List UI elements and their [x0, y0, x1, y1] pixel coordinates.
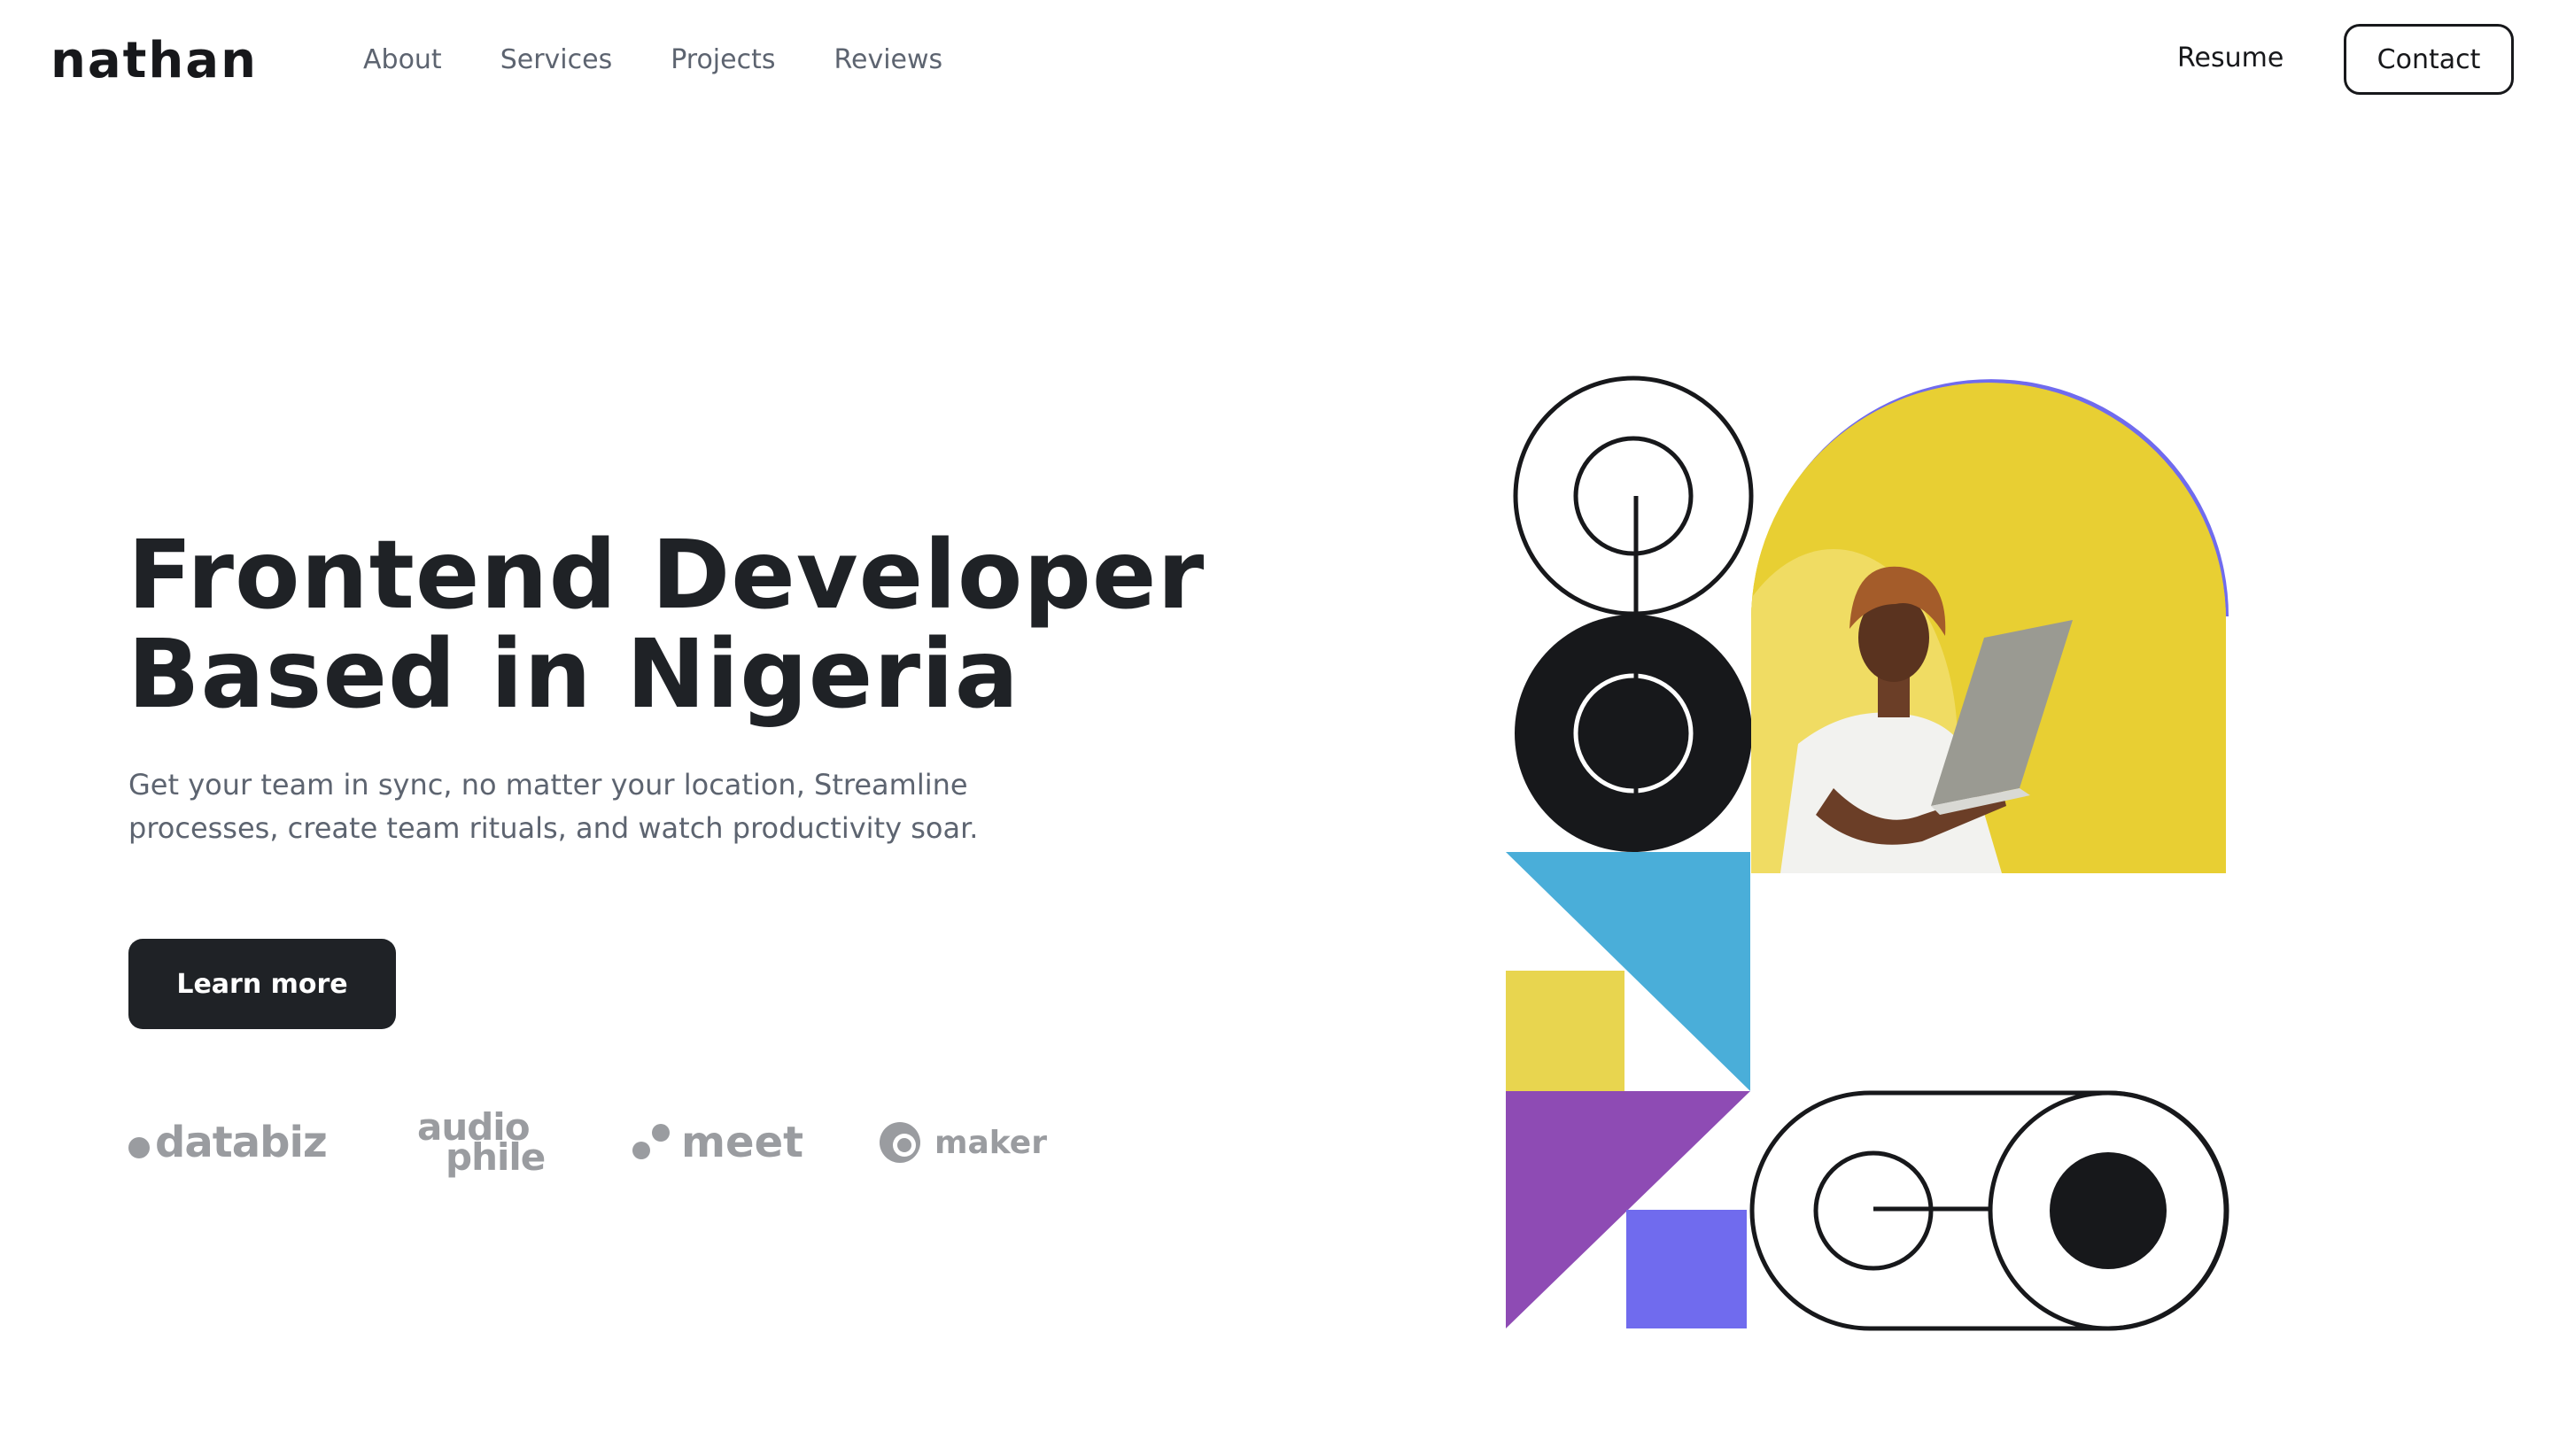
pill-switch-shape — [1749, 1090, 2229, 1331]
nav-projects[interactable]: Projects — [671, 44, 775, 75]
meet-logo: meet — [632, 1107, 803, 1178]
nav-about[interactable]: About — [363, 44, 442, 75]
contact-button[interactable]: Contact — [2344, 24, 2514, 95]
main-nav: About Services Projects Reviews — [363, 44, 1001, 75]
maker-logo: maker — [878, 1107, 1047, 1178]
purple-square-shape — [1626, 1210, 1747, 1328]
hero-title: Frontend Developer Based in Nigeria — [128, 526, 1205, 724]
hero-title-line2: Based in Nigeria — [128, 620, 1020, 730]
audiophile-line2: phile — [446, 1135, 546, 1179]
databiz-logo: databiz — [128, 1107, 328, 1178]
hero-title-line1: Frontend Developer — [128, 521, 1206, 631]
meet-dots-icon — [632, 1124, 670, 1159]
developer-photo — [1751, 383, 2226, 873]
black-disc-shape — [1515, 615, 1752, 852]
mustard-square-shape — [1506, 971, 1624, 1091]
maker-circle-icon — [880, 1122, 920, 1163]
outline-circles-top — [1513, 376, 1754, 616]
audiophile-logo: audio phile — [417, 1107, 546, 1179]
nav-reviews[interactable]: Reviews — [834, 44, 943, 75]
databiz-wordmark: databiz — [155, 1118, 328, 1167]
hero-subtitle: Get your team in sync, no matter your lo… — [128, 768, 979, 845]
resume-link[interactable]: Resume — [2177, 43, 2283, 74]
site-logo[interactable]: nathan — [50, 32, 258, 89]
brand-logos: databiz audio phile meet maker — [128, 1107, 1058, 1178]
photo-arch — [1751, 383, 2226, 873]
maker-wordmark: maker — [934, 1124, 1047, 1161]
databiz-dot-icon — [128, 1137, 150, 1158]
nav-services[interactable]: Services — [500, 44, 613, 75]
hero-illustration — [1506, 376, 2229, 1331]
meet-wordmark: meet — [681, 1118, 804, 1167]
learn-more-button[interactable]: Learn more — [128, 939, 396, 1029]
